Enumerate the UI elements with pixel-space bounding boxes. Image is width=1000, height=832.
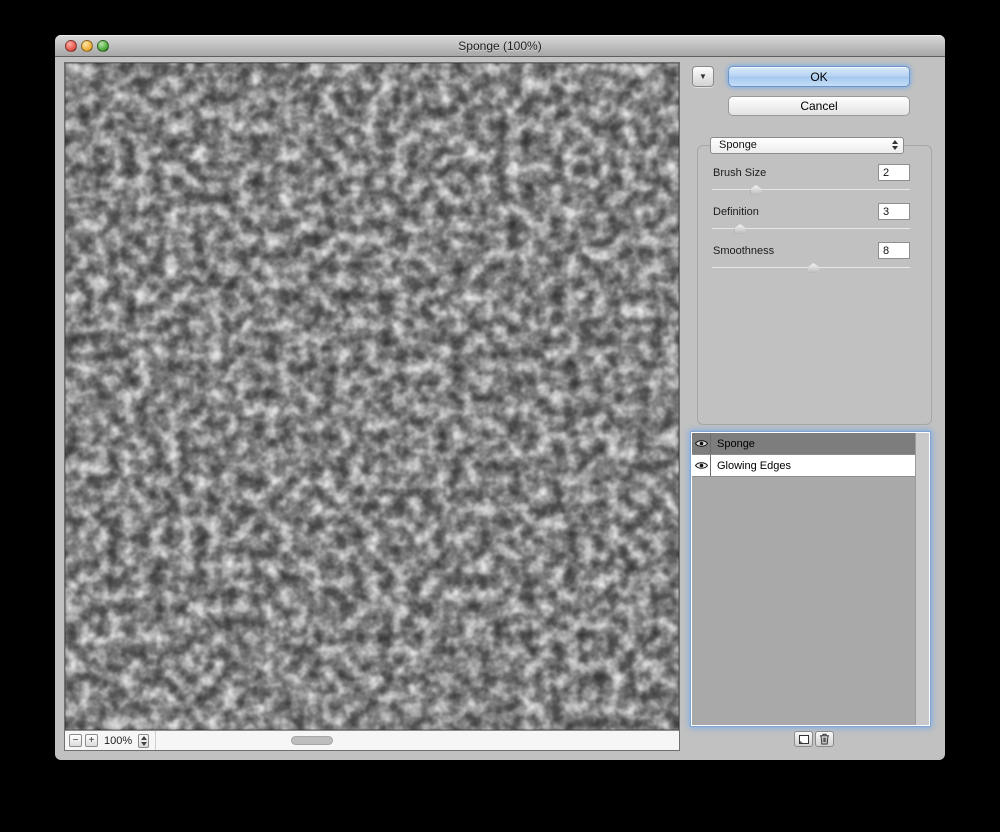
cancel-button[interactable]: Cancel: [728, 96, 910, 116]
zoom-in-button[interactable]: +: [85, 734, 98, 747]
brush-size-track[interactable]: [712, 189, 910, 190]
zoom-stepper[interactable]: [138, 733, 150, 748]
brush-size-thumb[interactable]: [750, 185, 762, 195]
effect-layers-scrollbar[interactable]: [915, 433, 929, 725]
title-bar[interactable]: Sponge (100%): [55, 35, 945, 57]
smoothness-slider: Smoothness 8: [712, 242, 910, 276]
sponge-texture-image: [65, 63, 679, 730]
definition-thumb[interactable]: [734, 224, 746, 234]
smoothness-thumb[interactable]: [807, 263, 819, 273]
toggle-filter-thumbnails-button[interactable]: ▼: [692, 66, 714, 87]
preview-canvas[interactable]: [65, 63, 679, 730]
trash-icon: [820, 733, 829, 745]
effect-layers-panel: Sponge Glowing Edges: [690, 431, 931, 727]
eye-icon: [694, 462, 708, 469]
ok-button[interactable]: OK: [728, 66, 910, 87]
definition-label: Definition: [713, 206, 759, 218]
zoom-level: 100%: [104, 734, 133, 747]
delete-effect-layer-button[interactable]: [815, 731, 834, 747]
zoom-controls: − + 100%: [65, 731, 157, 750]
definition-slider: Definition 3: [712, 203, 910, 237]
preview-statusbar: − + 100%: [65, 730, 679, 750]
zoom-out-button[interactable]: −: [69, 734, 82, 747]
brush-size-label: Brush Size: [713, 167, 767, 179]
stepper-up-icon: [140, 735, 147, 740]
stepper-down-icon: [140, 741, 147, 746]
visibility-toggle[interactable]: [692, 455, 711, 476]
visibility-toggle[interactable]: [692, 433, 711, 454]
filter-select-value: Sponge: [719, 139, 757, 151]
preview-pane: − + 100%: [64, 62, 680, 751]
smoothness-value-field[interactable]: 8: [878, 242, 910, 259]
eye-icon: [694, 440, 708, 447]
filter-select[interactable]: Sponge: [710, 137, 904, 154]
horizontal-scrollbar-thumb[interactable]: [291, 736, 333, 745]
brush-size-value-field[interactable]: 2: [878, 164, 910, 181]
effect-layer-row-sponge[interactable]: Sponge: [692, 433, 915, 455]
popup-arrows-icon: [892, 140, 898, 150]
disclosure-triangle-icon: ▼: [699, 72, 707, 81]
effect-layer-name: Glowing Edges: [717, 460, 791, 472]
smoothness-label: Smoothness: [713, 245, 775, 257]
window-title: Sponge (100%): [458, 39, 542, 53]
effect-layers-list: Sponge Glowing Edges: [692, 433, 929, 725]
effect-layer-row-glowing-edges[interactable]: Glowing Edges: [692, 455, 915, 477]
new-effect-layer-button[interactable]: [794, 731, 813, 747]
new-layer-icon: [798, 734, 809, 744]
brush-size-slider: Brush Size 2: [712, 164, 910, 198]
filter-gallery-window: Sponge (100%) − + 100% ▼ OK Cancel Spong…: [55, 35, 945, 760]
definition-value-field[interactable]: 3: [878, 203, 910, 220]
effect-layer-name: Sponge: [717, 438, 755, 450]
